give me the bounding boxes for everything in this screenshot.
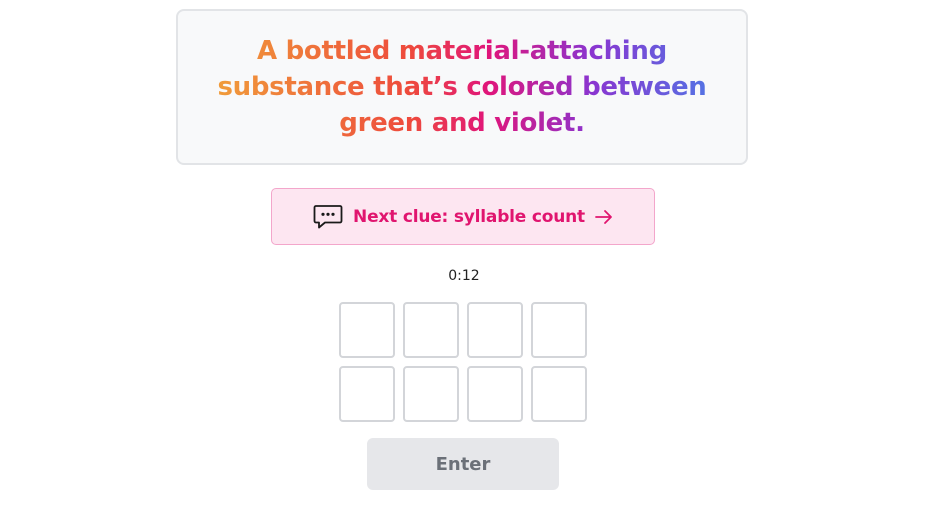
letter-box[interactable] <box>403 366 459 422</box>
arrow-right-icon <box>595 209 613 225</box>
letter-box[interactable] <box>531 366 587 422</box>
enter-button[interactable]: Enter <box>367 438 559 490</box>
next-clue-button[interactable]: Next clue: syllable count <box>271 188 655 245</box>
letter-box[interactable] <box>339 302 395 358</box>
letter-box[interactable] <box>467 366 523 422</box>
letter-box[interactable] <box>531 302 587 358</box>
letter-box[interactable] <box>467 302 523 358</box>
letter-box[interactable] <box>403 302 459 358</box>
chat-bubble-icon <box>313 204 343 230</box>
answer-grid <box>339 302 589 422</box>
letter-box[interactable] <box>339 366 395 422</box>
timer: 0:12 <box>448 268 480 284</box>
clue-card: A bottled material-attaching substance t… <box>176 9 748 165</box>
next-clue-label: Next clue: syllable count <box>353 206 585 227</box>
clue-text: A bottled material-attaching substance t… <box>202 33 722 141</box>
